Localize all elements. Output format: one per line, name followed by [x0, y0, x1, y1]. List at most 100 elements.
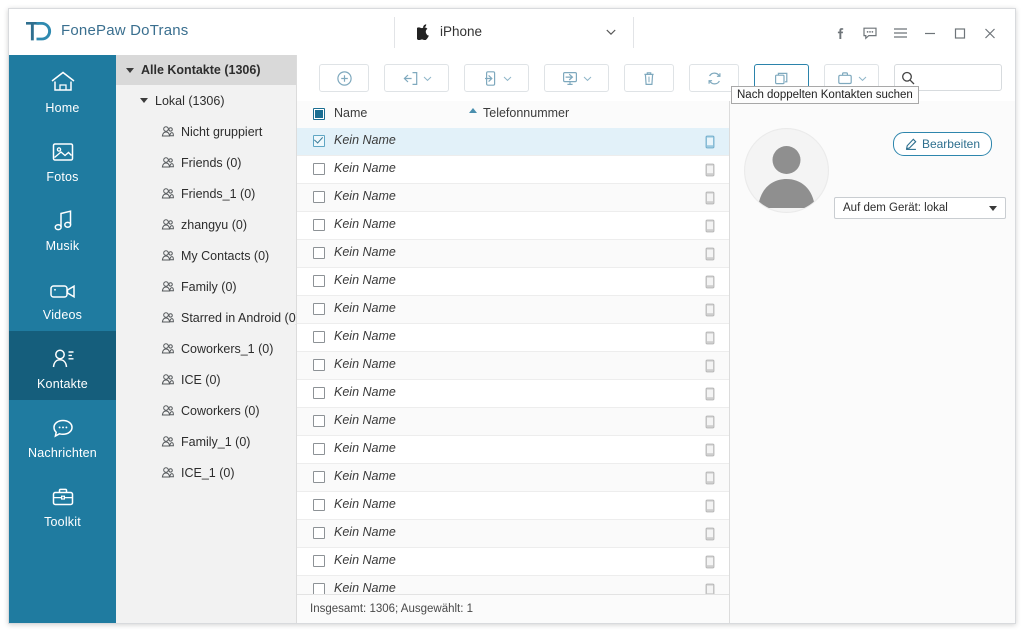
- group-icon: [160, 465, 175, 480]
- table-row[interactable]: Kein Name: [297, 380, 729, 408]
- table-row[interactable]: Kein Name: [297, 492, 729, 520]
- phone-icon: [705, 583, 715, 594]
- chevron-down-icon: [583, 76, 592, 81]
- group-icon: [160, 434, 175, 449]
- table-row[interactable]: Kein Name: [297, 464, 729, 492]
- group-item-friends-1[interactable]: Friends_1 (0): [116, 178, 296, 209]
- sidebar-item-videos[interactable]: Videos: [9, 262, 116, 331]
- export-to-device-button[interactable]: [464, 64, 529, 92]
- group-icon: [160, 248, 175, 263]
- sidebar-item-nachrichten[interactable]: Nachrichten: [9, 400, 116, 469]
- sidebar-item-label: Videos: [42, 307, 83, 322]
- table-row[interactable]: Kein Name: [297, 240, 729, 268]
- table-row[interactable]: Kein Name: [297, 324, 729, 352]
- caret-down-icon: [126, 67, 134, 73]
- export-phone-icon: [484, 70, 495, 86]
- group-item-family[interactable]: Family (0): [116, 271, 296, 302]
- table-row[interactable]: Kein Name: [297, 268, 729, 296]
- phone-icon: [705, 191, 715, 205]
- row-checkbox[interactable]: [313, 555, 325, 567]
- group-item-ice[interactable]: ICE (0): [116, 364, 296, 395]
- sidebar-item-fotos[interactable]: Fotos: [9, 124, 116, 193]
- groups-list: Lokal (1306) Nicht gruppiert Friends (0)…: [116, 85, 296, 488]
- phone-icon: [705, 331, 715, 345]
- row-checkbox[interactable]: [313, 163, 325, 175]
- toolbar: Nach doppelten Kontakten suchen: [297, 55, 1015, 104]
- row-checkbox[interactable]: [313, 527, 325, 539]
- search-icon: [902, 71, 915, 84]
- delete-button[interactable]: [624, 64, 674, 92]
- table-row[interactable]: Kein Name: [297, 576, 729, 594]
- group-item-ice-1[interactable]: ICE_1 (0): [116, 457, 296, 488]
- menu-icon[interactable]: [885, 22, 915, 44]
- group-item-coworkers-1[interactable]: Coworkers_1 (0): [116, 333, 296, 364]
- select-all-checkbox[interactable]: [313, 108, 325, 120]
- export-computer-icon: [562, 71, 578, 85]
- facebook-icon[interactable]: [825, 22, 855, 44]
- group-item-family-1[interactable]: Family_1 (0): [116, 426, 296, 457]
- row-checkbox[interactable]: [313, 247, 325, 259]
- group-item-lokal[interactable]: Lokal (1306): [116, 85, 296, 116]
- row-name: Kein Name: [334, 525, 396, 539]
- row-name: Kein Name: [334, 469, 396, 483]
- row-checkbox[interactable]: [313, 387, 325, 399]
- message-icon: [49, 410, 77, 440]
- group-item-label: Coworkers_1 (0): [181, 341, 274, 356]
- search-input[interactable]: [916, 69, 994, 86]
- row-checkbox[interactable]: [313, 443, 325, 455]
- import-contacts-button[interactable]: [384, 64, 449, 92]
- group-item-zhangyu[interactable]: zhangyu (0): [116, 209, 296, 240]
- table-row[interactable]: Kein Name: [297, 156, 729, 184]
- device-selector[interactable]: iPhone: [394, 17, 634, 48]
- group-item-friends[interactable]: Friends (0): [116, 147, 296, 178]
- row-checkbox[interactable]: [313, 583, 325, 594]
- table-row[interactable]: Kein Name: [297, 128, 729, 156]
- group-item-nicht-gruppiert[interactable]: Nicht gruppiert: [116, 116, 296, 147]
- contacts-rows[interactable]: Kein Name Kein Name Kein Name Kein Name: [297, 128, 729, 594]
- row-checkbox[interactable]: [313, 471, 325, 483]
- sidebar-item-home[interactable]: Home: [9, 55, 116, 124]
- table-row[interactable]: Kein Name: [297, 408, 729, 436]
- export-to-computer-button[interactable]: [544, 64, 609, 92]
- table-row[interactable]: Kein Name: [297, 296, 729, 324]
- table-row[interactable]: Kein Name: [297, 520, 729, 548]
- group-item-coworkers[interactable]: Coworkers (0): [116, 395, 296, 426]
- row-checkbox[interactable]: [313, 499, 325, 511]
- table-row[interactable]: Kein Name: [297, 212, 729, 240]
- contact-detail-panel: Bearbeiten Auf dem Gerät: lokal: [730, 101, 1015, 623]
- groups-header-label: Alle Kontakte (1306): [141, 63, 261, 77]
- sidebar-item-musik[interactable]: Musik: [9, 193, 116, 262]
- maximize-icon[interactable]: [945, 22, 975, 44]
- table-row[interactable]: Kein Name: [297, 352, 729, 380]
- column-header-phone[interactable]: Telefonnummer: [483, 106, 569, 120]
- refresh-icon: [708, 72, 720, 84]
- row-checkbox[interactable]: [313, 303, 325, 315]
- table-row[interactable]: Kein Name: [297, 548, 729, 576]
- row-checkbox[interactable]: [313, 359, 325, 371]
- close-icon[interactable]: [975, 22, 1005, 44]
- row-checkbox[interactable]: [313, 191, 325, 203]
- minimize-icon[interactable]: [915, 22, 945, 44]
- add-contact-button[interactable]: [319, 64, 369, 92]
- table-row[interactable]: Kein Name: [297, 436, 729, 464]
- column-header-name[interactable]: Name: [334, 106, 367, 120]
- contact-storage-select[interactable]: Auf dem Gerät: lokal: [834, 197, 1006, 219]
- row-checkbox[interactable]: [313, 135, 325, 147]
- row-checkbox[interactable]: [313, 415, 325, 427]
- table-row[interactable]: Kein Name: [297, 184, 729, 212]
- groups-header[interactable]: Alle Kontakte (1306): [116, 55, 296, 85]
- row-checkbox[interactable]: [313, 331, 325, 343]
- chevron-down-icon[interactable]: [605, 25, 617, 37]
- group-item-starred-in-android[interactable]: Starred in Android (0): [116, 302, 296, 333]
- row-checkbox[interactable]: [313, 275, 325, 287]
- group-item-my-contacts[interactable]: My Contacts (0): [116, 240, 296, 271]
- feedback-bubble-icon[interactable]: [855, 22, 885, 44]
- status-bar: Insgesamt: 1306; Ausgewählt: 1: [297, 594, 729, 623]
- sidebar-item-toolkit[interactable]: Toolkit: [9, 469, 116, 538]
- group-icon: [160, 217, 175, 232]
- edit-contact-button[interactable]: Bearbeiten: [892, 132, 992, 156]
- device-name: iPhone: [440, 24, 483, 39]
- row-checkbox[interactable]: [313, 219, 325, 231]
- sidebar-item-kontakte[interactable]: Kontakte: [9, 331, 116, 400]
- phone-icon: [705, 163, 715, 177]
